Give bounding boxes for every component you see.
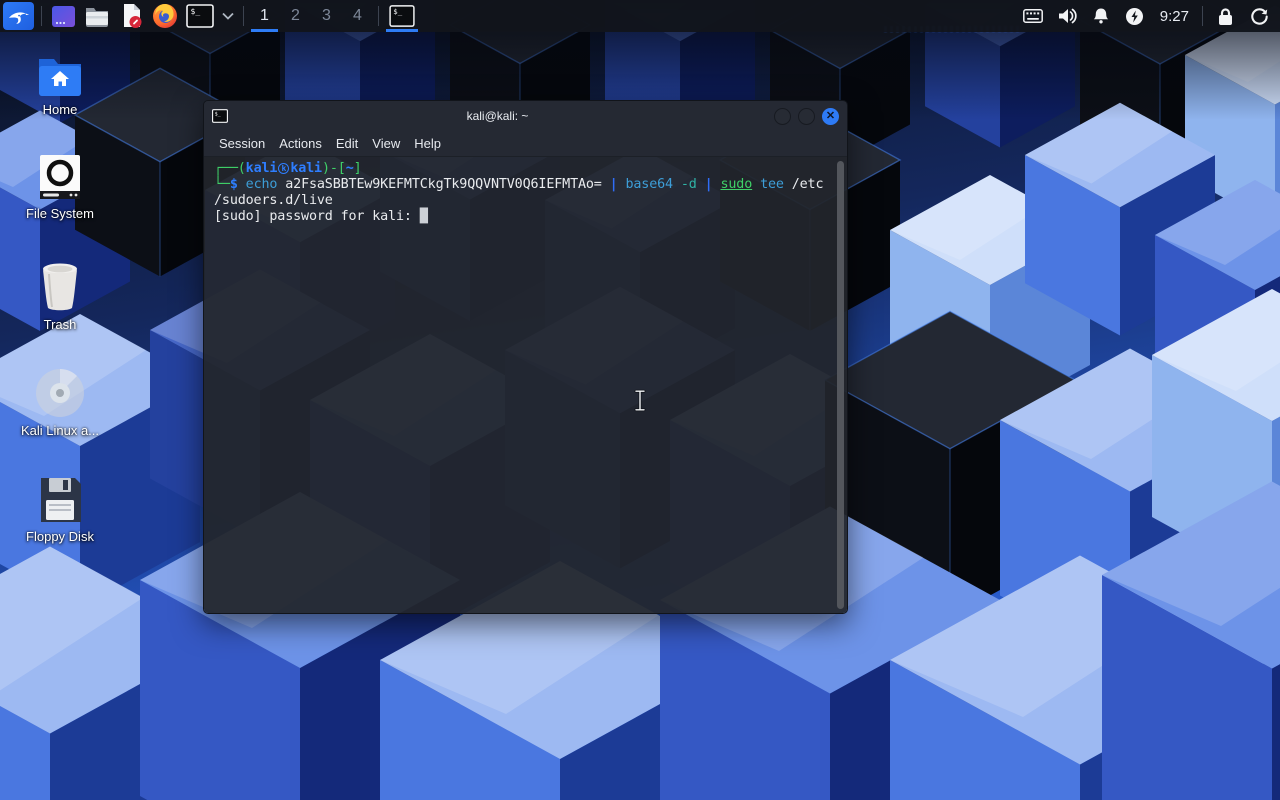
- volume-icon: [1057, 7, 1077, 25]
- terminal-task-icon: $_: [389, 5, 415, 27]
- file-manager-icon: [84, 4, 110, 28]
- terminal-launcher-icon: $_: [186, 4, 214, 28]
- terminal-scrollbar-thumb[interactable]: [837, 161, 844, 609]
- panel-separator: [41, 6, 42, 26]
- keyboard-icon: [1023, 9, 1043, 23]
- svg-text:$_: $_: [393, 7, 402, 16]
- svg-text:$_: $_: [215, 111, 222, 117]
- desktop-icon-label: Kali Linux a...: [21, 423, 99, 438]
- trash-icon: [37, 262, 83, 312]
- terminal-window-icon: $_: [212, 109, 228, 123]
- kali-cd-icon: [35, 368, 85, 418]
- firefox-icon: [152, 3, 178, 29]
- menu-edit[interactable]: Edit: [329, 133, 365, 154]
- floppy-disk-icon: [37, 476, 83, 524]
- desktop-icon-label: Trash: [44, 317, 77, 332]
- menu-view[interactable]: View: [365, 133, 407, 154]
- workspace-4[interactable]: 4: [342, 0, 373, 32]
- text-editor-icon: [118, 3, 144, 29]
- launcher-firefox[interactable]: [148, 0, 182, 32]
- launcher-terminal[interactable]: $_: [182, 0, 218, 32]
- maximize-button[interactable]: [798, 108, 815, 125]
- clock[interactable]: 9:27: [1152, 8, 1197, 25]
- terminal-menubar: Session Actions Edit View Help: [204, 131, 847, 157]
- close-button[interactable]: ✕: [822, 108, 839, 125]
- power-manager-tray-button[interactable]: [1118, 0, 1152, 32]
- power-manager-icon: [1125, 7, 1144, 26]
- top-panel: $_ 1 2 3 4 $_: [0, 0, 1280, 32]
- launcher-app-window[interactable]: [47, 0, 80, 32]
- logout-button[interactable]: [1242, 0, 1276, 32]
- workspace-2[interactable]: 2: [280, 0, 311, 32]
- launcher-text-editor[interactable]: [114, 0, 148, 32]
- terminal-dropdown-button[interactable]: [218, 0, 238, 32]
- desktop-icon-label: File System: [26, 206, 94, 221]
- notifications-tray-button[interactable]: [1084, 0, 1118, 32]
- terminal-window: $_ kali@kali: ~ ✕ Session Actions Edit V…: [203, 100, 848, 614]
- app-window-icon: [51, 4, 76, 29]
- svg-text:$_: $_: [191, 7, 201, 16]
- taskbar-terminal-button[interactable]: $_: [384, 0, 420, 32]
- panel-separator: [243, 6, 244, 26]
- desktop-icon-trash[interactable]: Trash: [5, 262, 115, 332]
- workspace-1[interactable]: 1: [249, 0, 280, 32]
- desktop-icon-label: Home: [43, 102, 78, 117]
- workspace-3[interactable]: 3: [311, 0, 342, 32]
- keyboard-tray-button[interactable]: [1016, 0, 1050, 32]
- ibeam-cursor: [633, 389, 647, 412]
- desktop-icon-kali-cd[interactable]: Kali Linux a...: [5, 368, 115, 438]
- desktop-icon-floppy[interactable]: Floppy Disk: [5, 476, 115, 544]
- terminal-title: kali@kali: ~: [228, 109, 767, 123]
- lock-icon: [1217, 7, 1234, 26]
- desktop-icon-label: Floppy Disk: [26, 529, 94, 544]
- panel-separator: [378, 6, 379, 26]
- desktop-icon-home[interactable]: Home: [5, 55, 115, 117]
- launcher-file-manager[interactable]: [80, 0, 114, 32]
- terminal-output: ┌──(kalikkali)-[~]└─$ echo a2FsaSBBTEw9K…: [214, 161, 827, 225]
- chevron-down-icon: [222, 12, 234, 20]
- terminal-viewport[interactable]: ┌──(kalikkali)-[~]└─$ echo a2FsaSBBTEw9K…: [204, 157, 847, 614]
- filesystem-drive-icon: [37, 153, 83, 201]
- kali-dragon-icon: [7, 5, 30, 27]
- menu-session[interactable]: Session: [212, 133, 272, 154]
- menu-actions[interactable]: Actions: [272, 133, 329, 154]
- logout-icon: [1250, 7, 1269, 26]
- lock-screen-button[interactable]: [1208, 0, 1242, 32]
- notifications-bell-icon: [1092, 7, 1110, 25]
- kali-desktop: $_ 1 2 3 4 $_: [0, 0, 1280, 800]
- home-folder-icon: [36, 55, 84, 97]
- menu-help[interactable]: Help: [407, 133, 448, 154]
- panel-separator: [1202, 6, 1203, 26]
- volume-tray-button[interactable]: [1050, 0, 1084, 32]
- kali-menu-button[interactable]: [3, 2, 34, 30]
- terminal-titlebar[interactable]: $_ kali@kali: ~ ✕: [204, 101, 847, 131]
- minimize-button[interactable]: [774, 108, 791, 125]
- desktop-icon-filesystem[interactable]: File System: [5, 153, 115, 221]
